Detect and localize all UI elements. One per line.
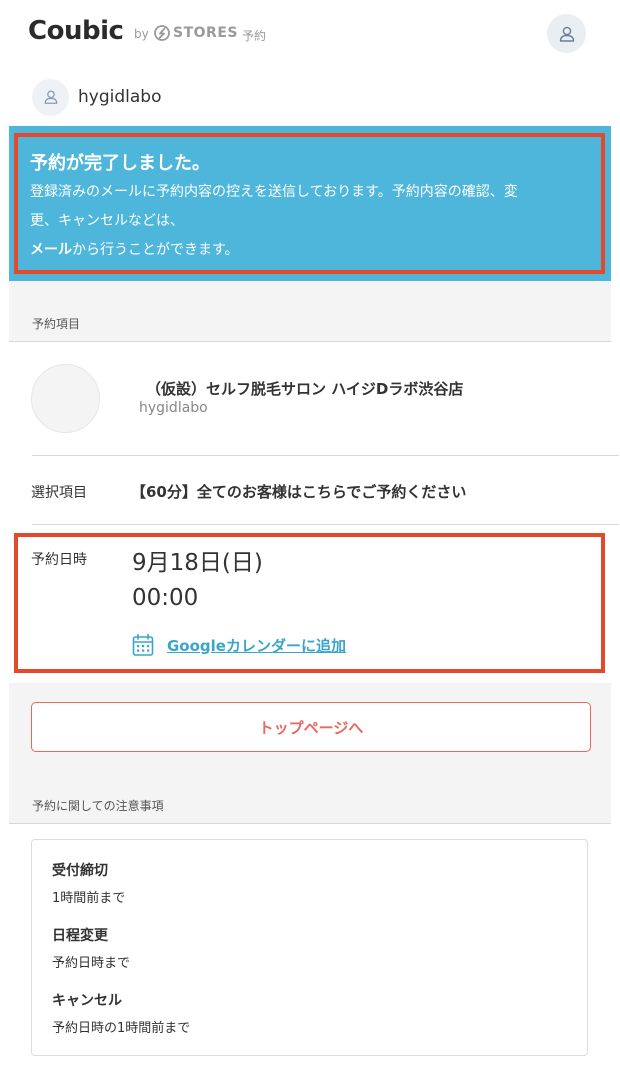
user-account-button[interactable] (547, 14, 586, 53)
banner-title: 予約が完了しました。 (30, 153, 210, 174)
divider (32, 455, 619, 456)
selection-label: 選択項目 (31, 485, 87, 501)
banner-message: 登録済みのメールに予約内容の控えを送信しております。予約内容の確認、変 更、キャ… (30, 178, 590, 265)
note-title-reschedule: 日程変更 (52, 928, 108, 944)
top-page-button[interactable]: トップページへ (31, 702, 591, 752)
shop-avatar (32, 78, 69, 116)
mail-link-text: メール (30, 242, 72, 258)
selection-value: 【60分】全てのお客様はこちらでご予約ください (131, 483, 467, 501)
user-icon (44, 90, 57, 104)
stores-logo-icon (154, 25, 170, 41)
note-body-deadline: 1時間前まで (52, 891, 126, 906)
header: Coubic by STORES 予約 (0, 0, 620, 68)
reservation-shop-sub: hygidlabo (139, 400, 208, 416)
stores-sub-label: 予約 (242, 29, 267, 43)
note-title-cancel: キャンセル (52, 993, 122, 1009)
reservation-shop-title: （仮設）セルフ脱毛サロン ハイジDラボ渋谷店 (146, 380, 464, 398)
divider (32, 524, 619, 525)
banner-line-3-rest: から行うことができます。 (72, 242, 239, 258)
notes-box: 受付締切 1時間前まで 日程変更 予約日時まで キャンセル 予約日時の1時間前ま… (31, 839, 588, 1056)
coubic-logo[interactable]: Coubic (28, 16, 124, 46)
stores-brand: STORES (173, 25, 238, 41)
shop-name: hygidlabo (78, 87, 162, 107)
user-icon (559, 26, 574, 42)
by-label: by (134, 27, 149, 41)
shop-row[interactable]: hygidlabo (32, 78, 161, 116)
banner-line-3: メールから行うことができます。 (30, 236, 590, 265)
datetime-highlight-frame (14, 533, 605, 673)
shop-image-placeholder (31, 364, 100, 433)
note-body-cancel: 予約日時の1時間前まで (52, 1021, 191, 1036)
banner-line-2: 更、キャンセルなどは、 (30, 213, 184, 229)
reservation-section-label: 予約項目 (32, 317, 81, 331)
banner-line-1: 登録済みのメールに予約内容の控えを送信しております。予約内容の確認、変 (30, 184, 518, 200)
note-title-deadline: 受付締切 (52, 863, 108, 879)
note-body-reschedule: 予約日時まで (52, 956, 131, 971)
notes-section-label: 予約に関しての注意事項 (32, 799, 164, 813)
